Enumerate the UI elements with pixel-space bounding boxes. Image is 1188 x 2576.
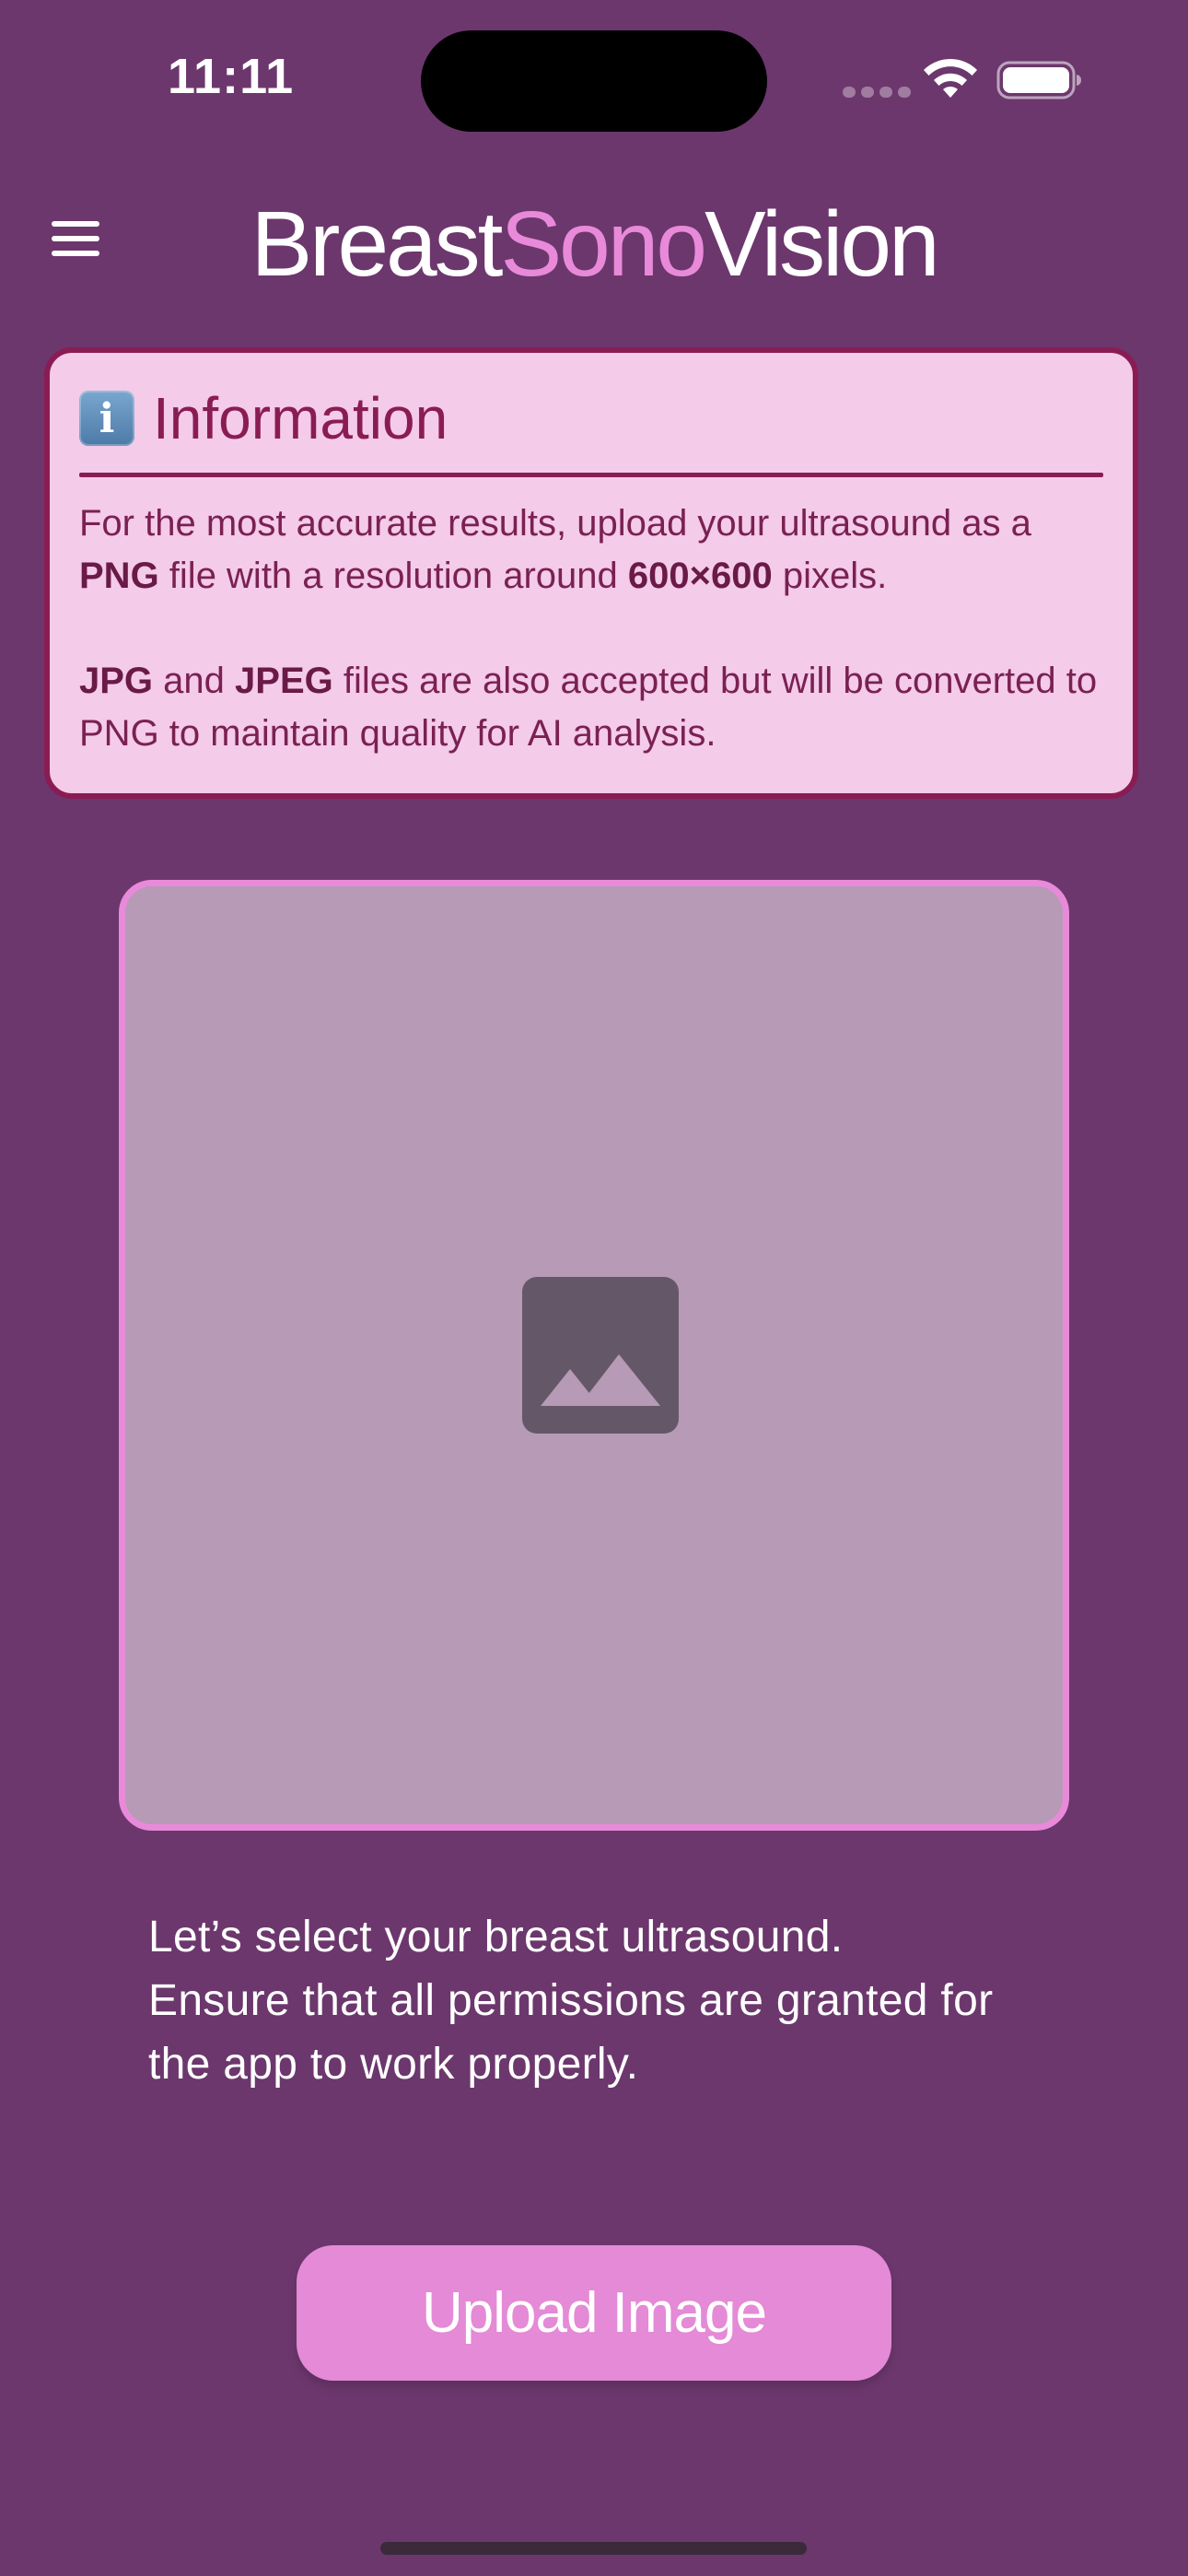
information-header: i Information (79, 381, 1103, 456)
status-bar: 11:11 (0, 0, 1188, 166)
app-title-part-breast: Breast (250, 193, 503, 296)
information-divider (79, 473, 1103, 477)
information-card: i Information For the most accurate resu… (44, 347, 1138, 799)
cellular-signal-icon (843, 87, 911, 98)
home-indicator[interactable] (380, 2542, 807, 2555)
information-paragraph-png: For the most accurate results, upload yo… (79, 503, 1031, 596)
app-title-part-vision: Vision (705, 193, 940, 296)
wifi-icon (924, 58, 977, 98)
battery-icon (996, 61, 1081, 100)
instruction-line-1: Let’s select your breast ultrasound. (148, 1913, 844, 1961)
instruction-line-2: Ensure that all permissions are granted … (148, 1976, 994, 2025)
information-icon: i (79, 391, 134, 446)
status-time: 11:11 (168, 49, 295, 104)
information-title: Information (153, 385, 448, 451)
instruction-line-3: the app to work properly. (148, 2040, 639, 2089)
image-preview-placeholder[interactable] (119, 880, 1069, 1831)
upload-image-button[interactable]: Upload Image (297, 2245, 891, 2381)
dynamic-island (421, 30, 767, 132)
image-placeholder-icon (522, 1277, 679, 1434)
app-title: BreastSonoVision (0, 184, 1188, 304)
app-title-part-sono: Sono (500, 193, 707, 296)
instruction-text: Let’s select your breast ultrasound. Ens… (148, 1905, 1069, 2096)
information-text: For the most accurate results, upload yo… (79, 498, 1103, 760)
information-paragraph-jpg: JPG and JPEG files are also accepted but… (79, 661, 1098, 754)
